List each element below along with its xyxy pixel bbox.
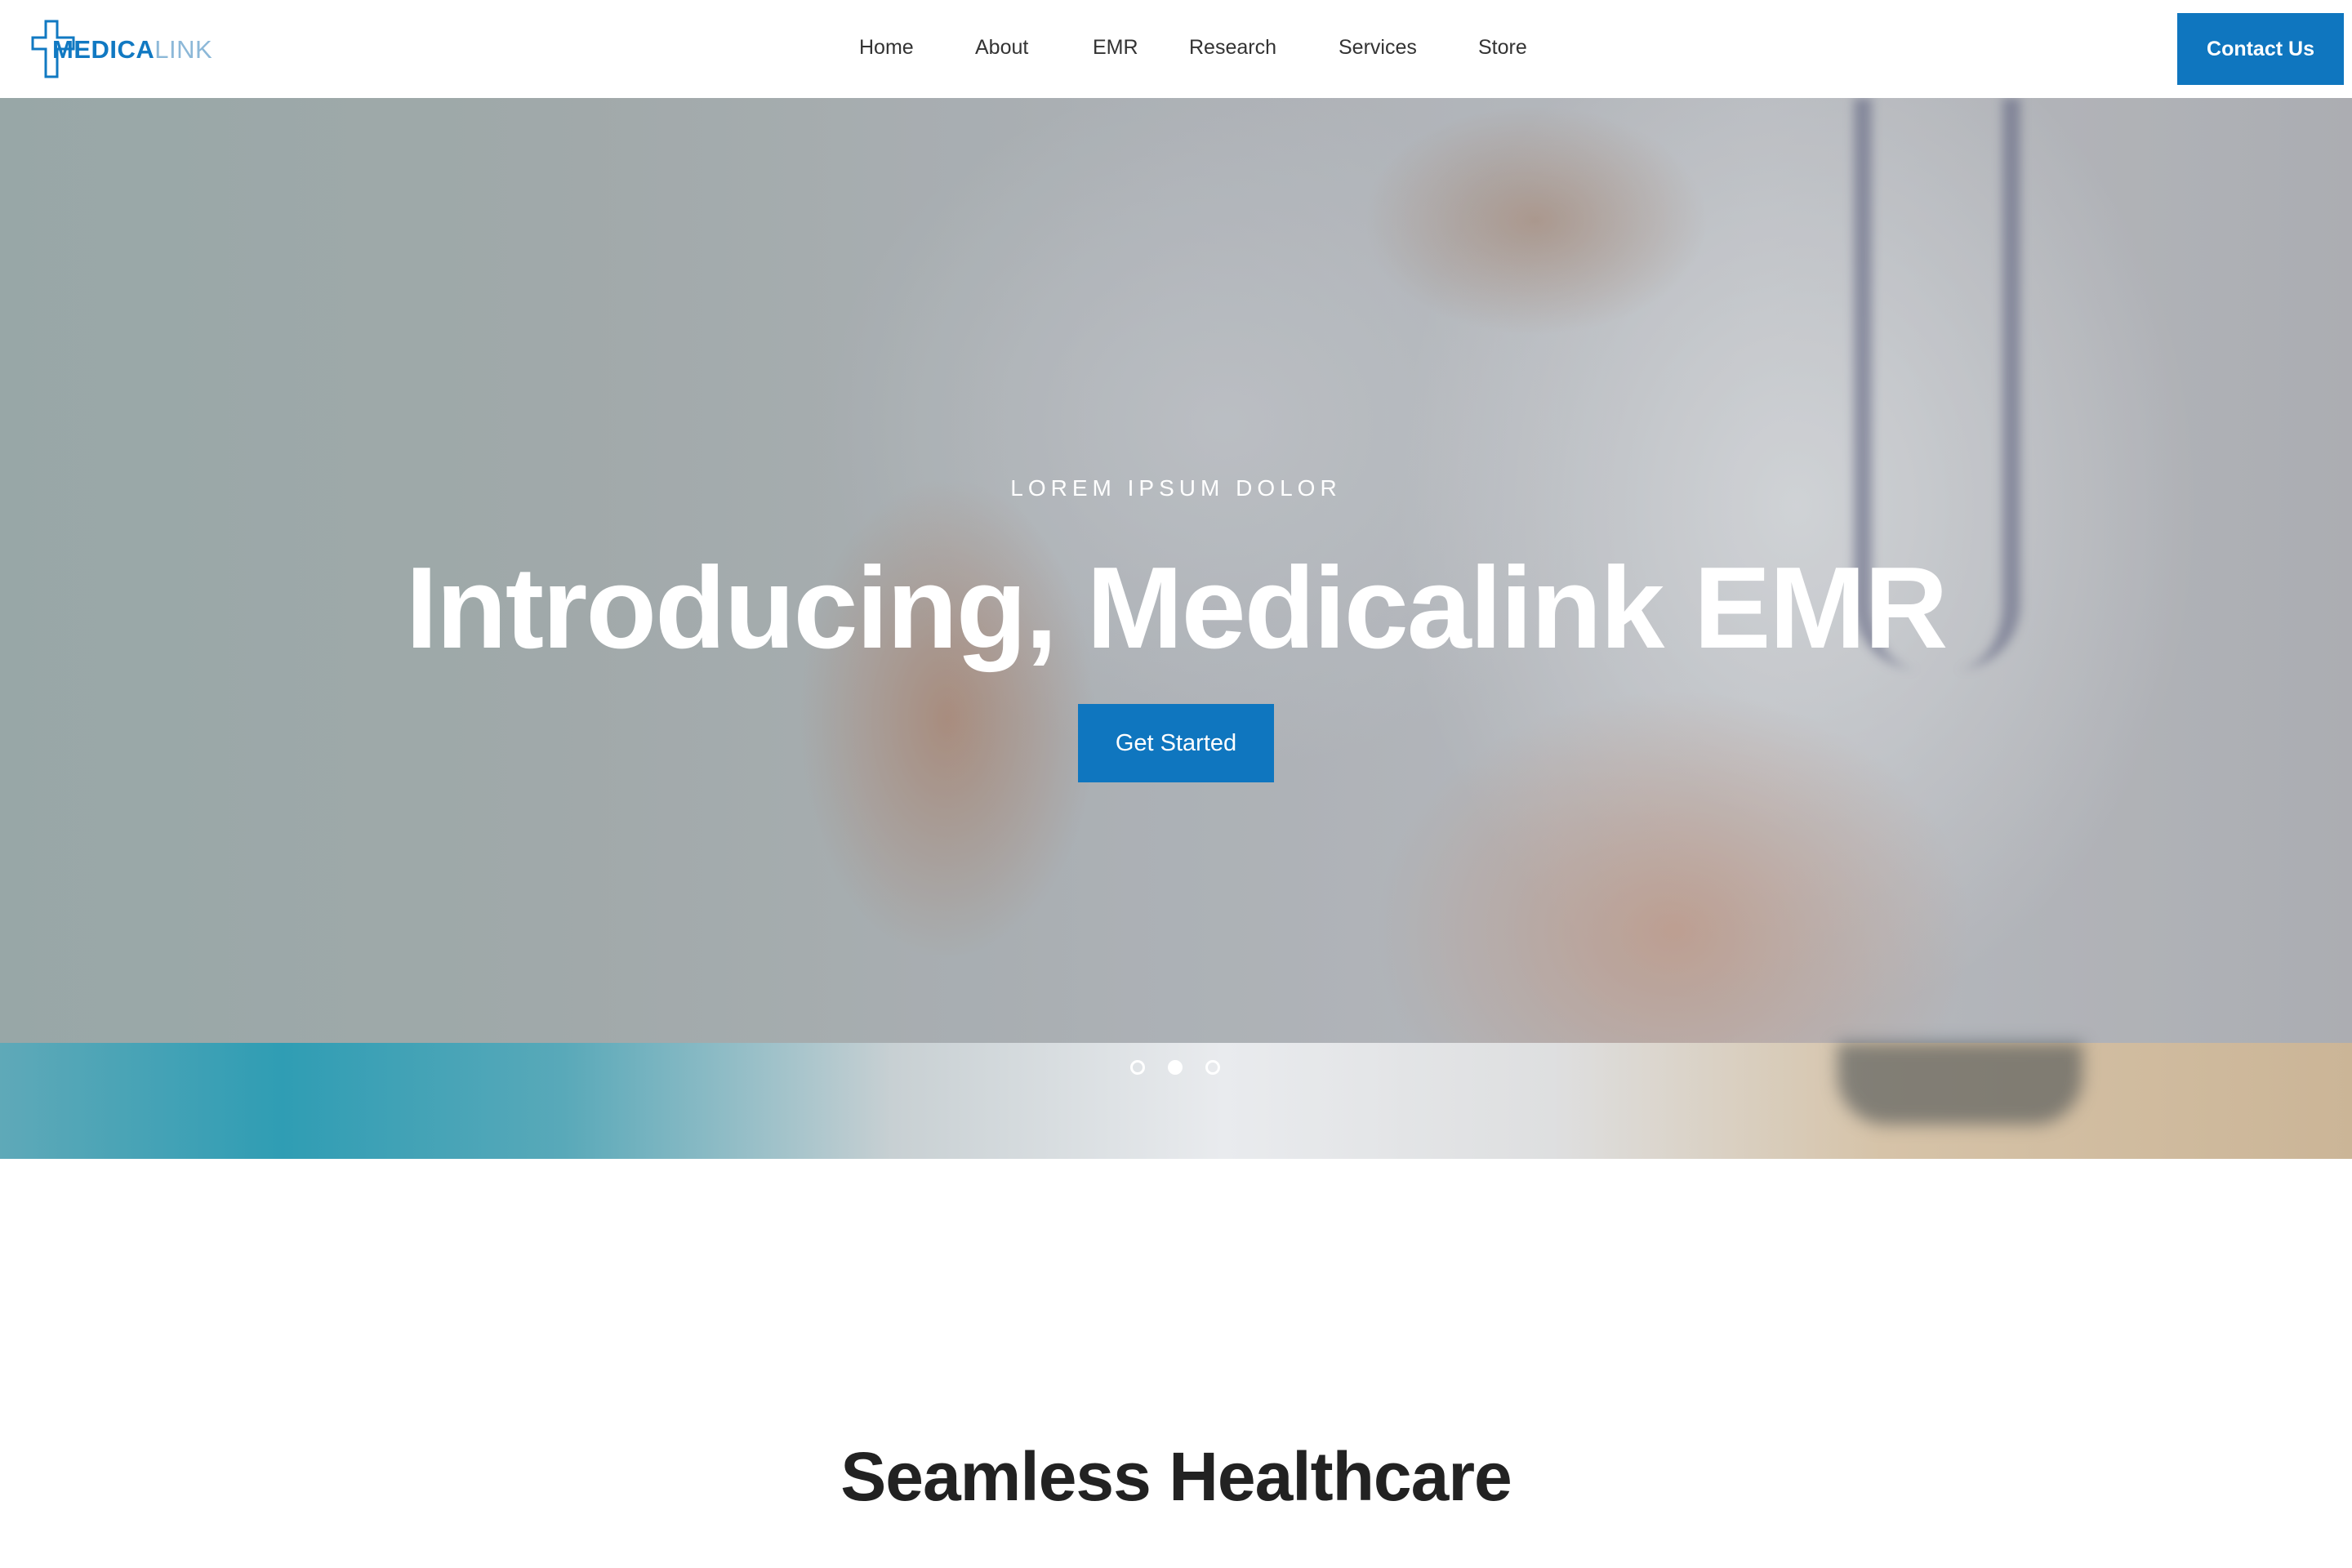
slider-dot-3[interactable] xyxy=(1205,1060,1220,1075)
nav-services[interactable]: Services xyxy=(1339,36,1417,60)
nav-store[interactable]: Store xyxy=(1478,36,1527,60)
contact-us-button[interactable]: Contact Us xyxy=(2177,13,2344,85)
nav-emr[interactable]: EMR xyxy=(1093,36,1138,60)
hero-slider: LOREM IPSUM DOLOR Introducing, Medicalin… xyxy=(0,98,2352,1043)
nav-home[interactable]: Home xyxy=(859,36,914,60)
site-header: MEDICALINK Home About EMR Research Servi… xyxy=(0,0,2352,98)
nav-research[interactable]: Research xyxy=(1189,36,1276,60)
chair-shape xyxy=(1838,1043,2082,1125)
hero-kicker: LOREM IPSUM DOLOR xyxy=(1010,475,1342,501)
hero-title: Introducing, Medicalink EMR xyxy=(405,543,1949,673)
nav-about[interactable]: About xyxy=(975,36,1028,60)
slider-pagination xyxy=(1130,1060,1220,1076)
get-started-button[interactable]: Get Started xyxy=(1078,704,1274,782)
slider-dot-1[interactable] xyxy=(1130,1060,1145,1075)
slider-dot-2[interactable] xyxy=(1168,1060,1183,1075)
section-title: Seamless Healthcare xyxy=(840,1438,1512,1515)
main-nav: Home About EMR Research Services Store xyxy=(0,0,2352,98)
